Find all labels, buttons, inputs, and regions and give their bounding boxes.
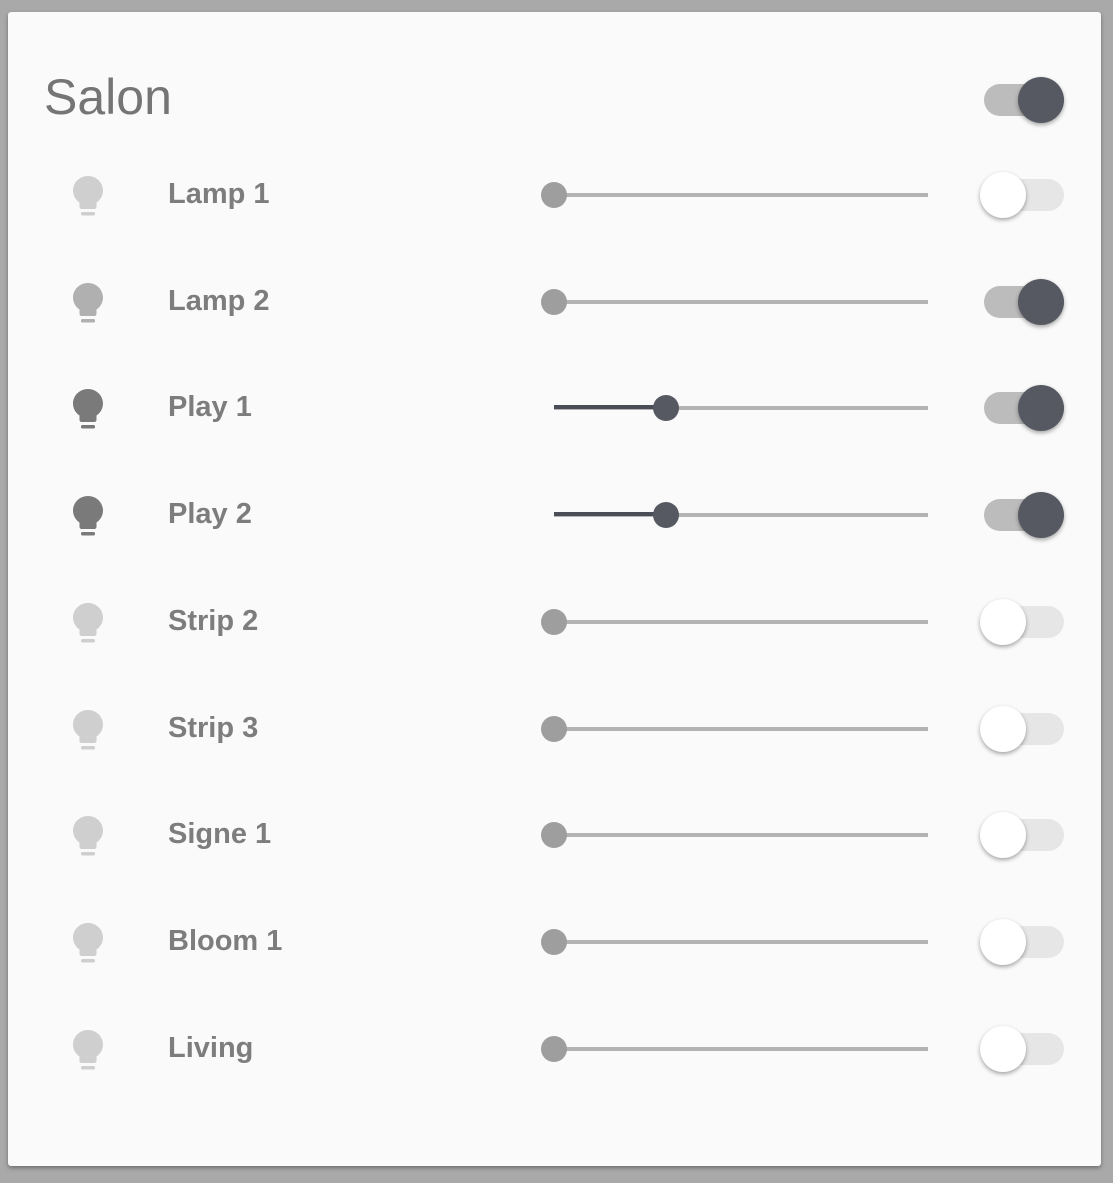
light-toggle[interactable] [980,1024,1064,1074]
lightbulb-icon[interactable] [70,174,106,220]
toggle-knob[interactable] [980,172,1026,218]
slider-rail [554,833,928,838]
brightness-slider[interactable] [541,922,928,962]
lightbulb-icon[interactable] [70,1028,106,1074]
toggle-knob[interactable] [1018,385,1064,432]
light-label: Lamp 1 [168,178,270,210]
slider-rail [554,726,928,731]
lightbulb-icon[interactable] [70,814,106,860]
light-label: Play 2 [168,498,252,531]
lightbulb-icon[interactable] [70,708,106,754]
slider-rail [554,299,928,304]
card-title: Salon [44,69,172,125]
toggle-knob[interactable] [980,1025,1026,1072]
master-toggle[interactable] [980,75,1064,125]
brightness-slider[interactable] [541,709,928,749]
light-row-play-1: Play 1 [8,378,1101,438]
toggle-knob[interactable] [1018,278,1064,325]
slider-thumb[interactable] [541,1035,567,1062]
toggle-knob[interactable] [980,705,1026,752]
slider-rail [554,939,928,944]
slider-thumb[interactable] [541,608,567,635]
light-group-card: Salon Lamp 1 Lamp 2 Play 1 Play 2 Strip 2 Str… [8,12,1101,1166]
light-label: Lamp 2 [168,284,270,317]
brightness-slider[interactable] [541,175,928,215]
slider-fill [554,512,667,517]
light-label: Signe 1 [168,818,272,851]
slider-rail [554,193,928,197]
light-toggle[interactable] [980,277,1064,327]
brightness-slider[interactable] [554,388,928,428]
light-row-bloom-1: Bloom 1 [8,912,1101,972]
light-toggle[interactable] [980,383,1064,433]
slider-rail [554,619,928,624]
light-row-lamp-1: Lamp 1 [8,165,1101,225]
light-toggle[interactable] [980,490,1064,540]
light-row-signe-1: Signe 1 [8,805,1101,865]
toggle-knob[interactable] [1018,77,1064,123]
lightbulb-icon[interactable] [70,494,106,540]
slider-rail [554,1046,928,1051]
slider-thumb[interactable] [653,395,680,422]
slider-thumb[interactable] [653,502,680,529]
light-row-living: Living [8,1019,1101,1079]
toggle-knob[interactable] [980,918,1026,965]
slider-thumb[interactable] [541,715,567,742]
brightness-slider[interactable] [554,495,928,535]
light-row-strip-3: Strip 3 [8,699,1101,759]
light-row-strip-2: Strip 2 [8,592,1101,652]
slider-thumb[interactable] [541,288,567,315]
slider-thumb[interactable] [541,928,567,955]
slider-thumb[interactable] [541,182,567,208]
light-toggle[interactable] [980,917,1064,967]
light-toggle[interactable] [980,810,1064,860]
slider-thumb[interactable] [541,822,567,849]
brightness-slider[interactable] [541,1029,928,1069]
brightness-slider[interactable] [541,282,928,322]
lightbulb-icon[interactable] [70,921,106,967]
light-label: Bloom 1 [168,924,283,957]
light-toggle[interactable] [980,597,1064,647]
light-label: Strip 3 [168,711,259,744]
light-toggle[interactable] [980,704,1064,754]
light-row-lamp-2: Lamp 2 [8,272,1101,332]
lightbulb-icon[interactable] [70,601,106,647]
brightness-slider[interactable] [541,815,928,855]
lightbulb-icon[interactable] [70,281,106,327]
light-label: Living [168,1031,254,1064]
light-label: Play 1 [168,391,252,424]
toggle-knob[interactable] [980,598,1026,645]
slider-fill [554,405,667,410]
light-row-play-2: Play 2 [8,485,1101,545]
light-toggle[interactable] [980,170,1064,220]
lightbulb-icon[interactable] [70,387,106,433]
light-label: Strip 2 [168,604,259,637]
toggle-knob[interactable] [1018,492,1064,539]
brightness-slider[interactable] [541,602,928,642]
toggle-knob[interactable] [980,812,1026,859]
